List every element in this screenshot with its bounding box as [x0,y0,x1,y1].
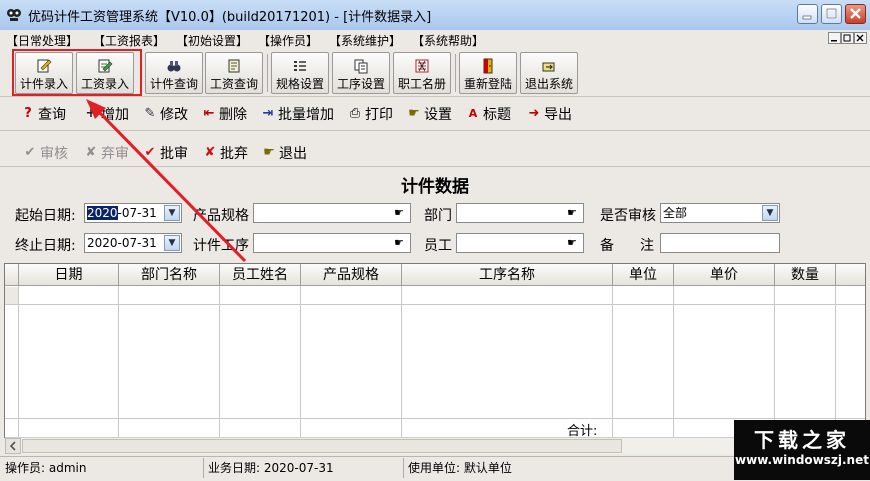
annotation-arrow [86,99,247,263]
watermark-logo: 下载之家 www.windowszj.net [734,420,870,480]
watermark-url: www.windowszj.net [735,453,869,467]
watermark-title: 下载之家 [754,428,850,452]
